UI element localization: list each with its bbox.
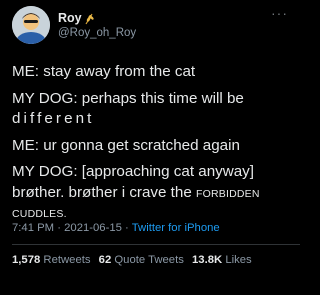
tweet-date[interactable]: 2021-06-15 [64,222,122,234]
tweet-text-smallcaps: FORBIDDEN [196,187,260,200]
tweet-header: Roy @Roy_oh_Roy ··· [12,6,288,44]
likes-label: Likes [225,254,252,266]
tweet-time[interactable]: 7:41 PM [12,222,54,234]
retweets-label: Retweets [43,254,91,266]
tweet: Roy @Roy_oh_Roy ··· ME: stay away from t… [0,0,300,295]
tweet-line: different [12,110,95,127]
display-name[interactable]: Roy [58,11,82,25]
tweet-line: ME: stay away from the cat [12,63,196,80]
tweet-text: ME: stay away from the cat MY DOG: perha… [12,62,294,225]
meta-separator: · [121,222,132,234]
divider [12,244,300,245]
tweet-line: MY DOG: perhaps this time will be [12,89,244,107]
tweet-line-mixed: brøther. brøther i crave the FORBIDDEN [12,183,294,205]
more-options-icon[interactable]: ··· [271,6,288,20]
author-handle[interactable]: @Roy_oh_Roy [58,26,136,41]
display-name-row: Roy [58,11,136,25]
quote-tweets-label: Quote Tweets [114,254,184,266]
retweets-count: 1,578 [12,254,41,266]
tweet-line: ME: ur gonna get scratched again [12,136,240,154]
tweet-stats: 1,578 Retweets 62 Quote Tweets 13.8K Lik… [12,254,257,266]
meta-separator: · [54,222,65,234]
likes-count: 13.8K [192,254,223,266]
tweet-meta: 7:41 PM · 2021-06-15 · Twitter for iPhon… [12,222,220,234]
avatar[interactable] [12,6,50,44]
author-names: Roy @Roy_oh_Roy [58,11,136,41]
quote-tweets-count: 62 [98,254,112,266]
tweet-source-link[interactable]: Twitter for iPhone [132,222,220,234]
quote-tweets-stat[interactable]: 62 Quote Tweets [99,254,184,266]
tweet-line: MY DOG: [approaching cat anyway] [12,163,254,180]
wheat-emoji-icon [84,12,95,25]
likes-stat[interactable]: 13.8K Likes [192,254,252,266]
tweet-text-fragment: brøther. brøther i crave the [12,183,197,201]
retweets-stat[interactable]: 1,578 Retweets [12,254,91,266]
person-avatar-icon [12,6,50,44]
